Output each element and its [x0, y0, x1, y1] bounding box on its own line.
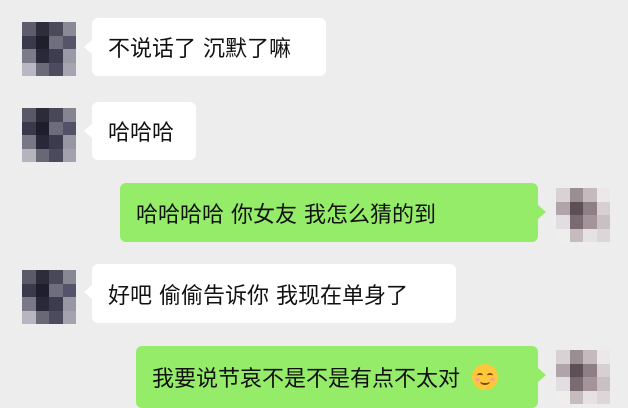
- message-text: 哈哈哈哈 你女友 我怎么猜的到: [136, 202, 436, 228]
- incoming-message[interactable]: 不说话了 沉默了嘛: [92, 18, 326, 76]
- avatar[interactable]: [22, 108, 76, 162]
- bubble-tail: [84, 124, 92, 138]
- avatar[interactable]: [22, 270, 76, 324]
- bubble-tail: [538, 368, 546, 382]
- message-text: 好吧 偷偷告诉你 我现在单身了: [108, 283, 408, 309]
- incoming-message[interactable]: 哈哈哈: [92, 102, 196, 160]
- message-text: 我要说节哀不是不是有点不太对: [152, 367, 461, 392]
- incoming-message[interactable]: 好吧 偷偷告诉你 我现在单身了: [92, 264, 456, 323]
- avatar[interactable]: [22, 22, 76, 76]
- smiling-face-emoji: [472, 364, 499, 390]
- bubble-tail: [538, 205, 546, 219]
- bubble-tail: [84, 40, 92, 54]
- outgoing-message[interactable]: 哈哈哈哈 你女友 我怎么猜的到: [120, 183, 538, 242]
- my-avatar[interactable]: [556, 188, 610, 242]
- bubble-tail: [84, 285, 92, 299]
- message-text: 哈哈哈: [108, 121, 175, 146]
- message-text: 不说话了 沉默了嘛: [108, 37, 291, 62]
- outgoing-message[interactable]: 我要说节哀不是不是有点不太对: [136, 346, 538, 408]
- my-avatar[interactable]: [556, 350, 610, 404]
